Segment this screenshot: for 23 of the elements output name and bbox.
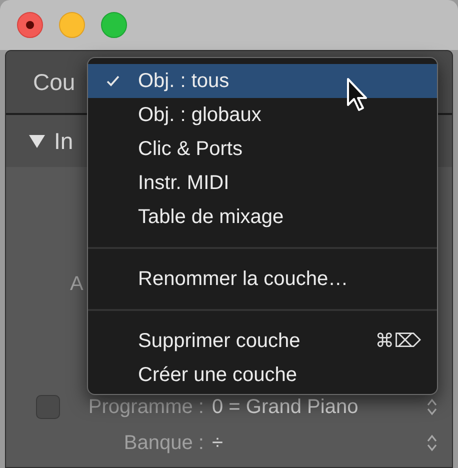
field-label: Programme : (88, 395, 204, 420)
field-label: Banque : (124, 431, 204, 456)
field-value: 0 = Grand Piano (212, 395, 358, 420)
menu-item[interactable]: Table de mixage (88, 200, 437, 234)
menu-item[interactable]: Clic & Ports (88, 132, 437, 166)
mouse-pointer-icon (346, 77, 370, 113)
menu-item[interactable]: Renommer la couche… (88, 262, 437, 296)
field-label: A (70, 272, 84, 297)
stepper-icon[interactable] (426, 397, 438, 417)
disclosure-triangle-icon[interactable] (28, 133, 46, 149)
checkbox[interactable] (36, 395, 60, 419)
menu-item[interactable]: Supprimer couche ⌘⌦ (88, 324, 437, 358)
zoom-button[interactable] (101, 12, 127, 38)
stepper-icon[interactable] (426, 433, 438, 453)
close-button[interactable] (17, 12, 43, 38)
menu-item[interactable]: Obj. : tous (88, 64, 437, 98)
menu-item[interactable]: Obj. : globaux (88, 98, 437, 132)
shortcut-label: ⌘⌦ (375, 328, 421, 354)
header-label: Cou (33, 68, 76, 97)
field-value: ÷ (212, 431, 223, 456)
menu-item[interactable]: Instr. MIDI (88, 166, 437, 200)
section-label: In (54, 126, 74, 156)
menu-item[interactable]: Créer une couche (88, 358, 437, 392)
